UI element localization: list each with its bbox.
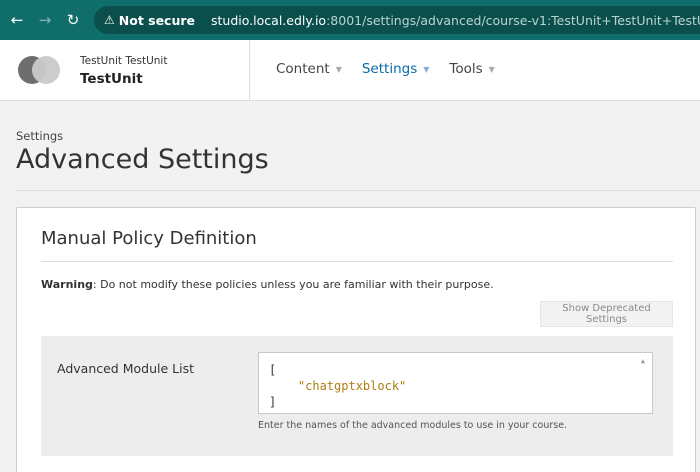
forward-button[interactable]: → — [31, 0, 59, 40]
setting-help-text: Enter the names of the advanced modules … — [258, 420, 568, 431]
warning-message: Warning: Do not modify these policies un… — [41, 278, 494, 291]
nav-content-label: Content — [276, 61, 330, 77]
section-divider — [41, 261, 673, 262]
back-button[interactable]: ← — [3, 0, 31, 40]
studio-header: TestUnit TestUnit TestUnit Content ▼ Set… — [0, 40, 700, 101]
address-bar[interactable]: ⚠ Not secure studio.local.edly.io:8001/s… — [94, 6, 700, 34]
course-name[interactable]: TestUnit — [80, 71, 143, 87]
nav-content[interactable]: Content ▼ — [276, 61, 342, 77]
code-line: ] — [269, 395, 277, 409]
arrow-left-icon: ← — [10, 11, 24, 29]
security-status[interactable]: Not secure — [119, 13, 195, 28]
chevron-down-icon: ▼ — [423, 64, 430, 74]
section-title: Manual Policy Definition — [41, 228, 257, 249]
nav-settings[interactable]: Settings ▼ — [362, 61, 430, 77]
warning-label: Warning — [41, 278, 93, 291]
setting-row-advanced-module-list: Advanced Module List [ "chatgptxblock" ]… — [41, 336, 673, 456]
url-path: :8001/settings/advanced/course-v1:TestUn… — [326, 12, 700, 28]
reload-button[interactable]: ↻ — [59, 0, 87, 40]
title-divider — [16, 190, 700, 191]
studio-logo[interactable] — [18, 56, 60, 84]
header-divider — [249, 40, 250, 100]
settings-card: Manual Policy Definition Warning: Do not… — [16, 207, 696, 472]
setting-value-editor[interactable]: [ "chatgptxblock" ] ▲ — [258, 352, 653, 414]
nav-settings-label: Settings — [361, 61, 418, 77]
arrow-right-icon: → — [38, 11, 52, 29]
code-line: [ — [269, 363, 277, 377]
breadcrumb: Settings — [16, 129, 64, 143]
logo-circle-light — [32, 56, 60, 84]
warning-body: : Do not modify these policies unless yo… — [92, 278, 494, 291]
nav-tools-label: Tools — [449, 61, 483, 77]
code-line: "chatgptxblock" — [269, 379, 407, 393]
setting-label: Advanced Module List — [57, 361, 194, 376]
chevron-down-icon: ▼ — [335, 64, 342, 74]
url-host: studio.local.edly.io — [211, 12, 327, 28]
page-title: Advanced Settings — [16, 144, 269, 175]
main-nav: Content ▼ Settings ▼ Tools ▼ — [276, 61, 515, 77]
show-deprecated-settings-button[interactable]: Show Deprecated Settings — [540, 301, 673, 327]
reload-icon: ↻ — [66, 11, 80, 29]
course-org[interactable]: TestUnit TestUnit — [80, 55, 167, 67]
nav-tools[interactable]: Tools ▼ — [449, 61, 494, 77]
chevron-down-icon: ▼ — [488, 64, 495, 74]
scroll-up-icon[interactable]: ▲ — [641, 357, 645, 365]
browser-toolbar: ← → ↻ ⚠ Not secure studio.local.edly.io:… — [0, 0, 700, 40]
warning-triangle-icon: ⚠ — [104, 13, 115, 27]
